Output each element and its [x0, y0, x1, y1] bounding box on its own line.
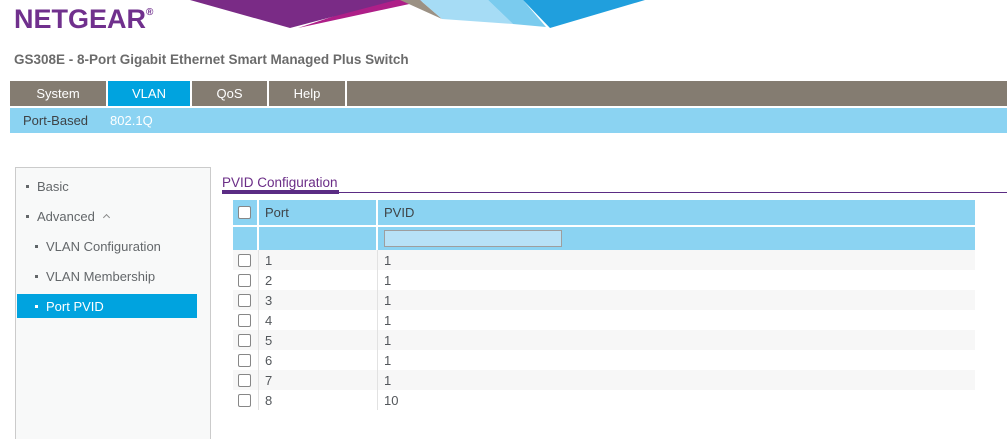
row-checkbox[interactable]	[238, 314, 251, 327]
pvid-cell: 1	[378, 330, 975, 350]
sidebar-item-label: Advanced	[37, 209, 95, 224]
select-all-checkbox[interactable]	[238, 206, 251, 219]
header-cell-select	[233, 200, 259, 225]
header-cell-port: Port	[259, 200, 378, 225]
heading-rule	[222, 192, 1007, 193]
row-checkbox[interactable]	[238, 394, 251, 407]
table-row: 2 1	[233, 270, 975, 290]
sidebar-item-label: Basic	[37, 179, 69, 194]
vlan-subnav: Port-Based 802.1Q	[10, 108, 1007, 133]
netgear-logo-text: NETGEAR	[14, 4, 146, 34]
page-title: GS308E - 8-Port Gigabit Ethernet Smart M…	[14, 52, 409, 67]
sidebar: Basic Advanced VLAN Configuration VLAN M…	[15, 167, 211, 439]
tab-help[interactable]: Help	[269, 81, 347, 106]
bullet-icon	[35, 245, 38, 248]
port-cell: 6	[259, 350, 378, 370]
edit-cell-port	[259, 227, 378, 250]
table-row: 5 1	[233, 330, 975, 350]
main-nav: System VLAN QoS Help	[10, 81, 1007, 106]
table-header-row: Port PVID	[233, 200, 975, 225]
row-checkbox[interactable]	[238, 274, 251, 287]
app-window: NETGEAR® GS308E - 8-Port Gigabit Etherne…	[0, 0, 1007, 439]
header-banner-graphic	[178, 0, 648, 28]
bullet-icon	[35, 305, 38, 308]
port-cell: 1	[259, 250, 378, 270]
port-cell: 2	[259, 270, 378, 290]
sidebar-item-label: Port PVID	[46, 299, 104, 314]
table-edit-row	[233, 225, 975, 250]
table-row: 3 1	[233, 290, 975, 310]
pvid-cell: 1	[378, 250, 975, 270]
header-cell-pvid: PVID	[378, 200, 975, 225]
subnav-item-8021q[interactable]: 802.1Q	[110, 108, 153, 133]
tab-system[interactable]: System	[10, 81, 108, 106]
heading-rule-accent	[222, 190, 339, 194]
edit-cell-select	[233, 227, 259, 250]
sidebar-item-basic[interactable]: Basic	[16, 171, 210, 201]
port-cell: 4	[259, 310, 378, 330]
subnav-item-port-based[interactable]: Port-Based	[23, 108, 88, 133]
pvid-table: Port PVID 1 1 2 1 3 1	[233, 200, 975, 410]
row-checkbox[interactable]	[238, 334, 251, 347]
port-cell: 3	[259, 290, 378, 310]
pvid-cell: 1	[378, 350, 975, 370]
sidebar-item-vlan-configuration[interactable]: VLAN Configuration	[16, 231, 210, 261]
table-row: 6 1	[233, 350, 975, 370]
bullet-icon	[26, 185, 29, 188]
bullet-icon	[26, 215, 29, 218]
tab-vlan[interactable]: VLAN	[108, 81, 192, 106]
pvid-cell: 1	[378, 270, 975, 290]
port-cell: 8	[259, 390, 378, 410]
column-header-label: PVID	[384, 205, 414, 220]
section-heading: PVID Configuration	[222, 175, 338, 190]
netgear-logo: NETGEAR®	[14, 4, 153, 35]
sidebar-item-label: VLAN Configuration	[46, 239, 161, 254]
registered-mark-icon: ®	[146, 7, 153, 18]
pvid-cell: 1	[378, 290, 975, 310]
pvid-cell: 1	[378, 370, 975, 390]
chevron-up-icon	[103, 214, 110, 221]
pvid-cell: 10	[378, 390, 975, 410]
pvid-input[interactable]	[384, 230, 562, 247]
table-row: 7 1	[233, 370, 975, 390]
sidebar-item-advanced[interactable]: Advanced	[16, 201, 210, 231]
column-header-label: Port	[265, 205, 289, 220]
tab-qos[interactable]: QoS	[192, 81, 269, 106]
edit-cell-pvid	[378, 227, 975, 250]
sidebar-item-port-pvid[interactable]: Port PVID	[17, 294, 197, 318]
row-checkbox[interactable]	[238, 294, 251, 307]
sidebar-item-label: VLAN Membership	[46, 269, 155, 284]
row-checkbox[interactable]	[238, 354, 251, 367]
port-cell: 5	[259, 330, 378, 350]
row-checkbox[interactable]	[238, 254, 251, 267]
pvid-cell: 1	[378, 310, 975, 330]
row-checkbox[interactable]	[238, 374, 251, 387]
port-cell: 7	[259, 370, 378, 390]
table-row: 4 1	[233, 310, 975, 330]
sidebar-item-vlan-membership[interactable]: VLAN Membership	[16, 261, 210, 291]
table-row: 8 10	[233, 390, 975, 410]
bullet-icon	[35, 275, 38, 278]
table-row: 1 1	[233, 250, 975, 270]
